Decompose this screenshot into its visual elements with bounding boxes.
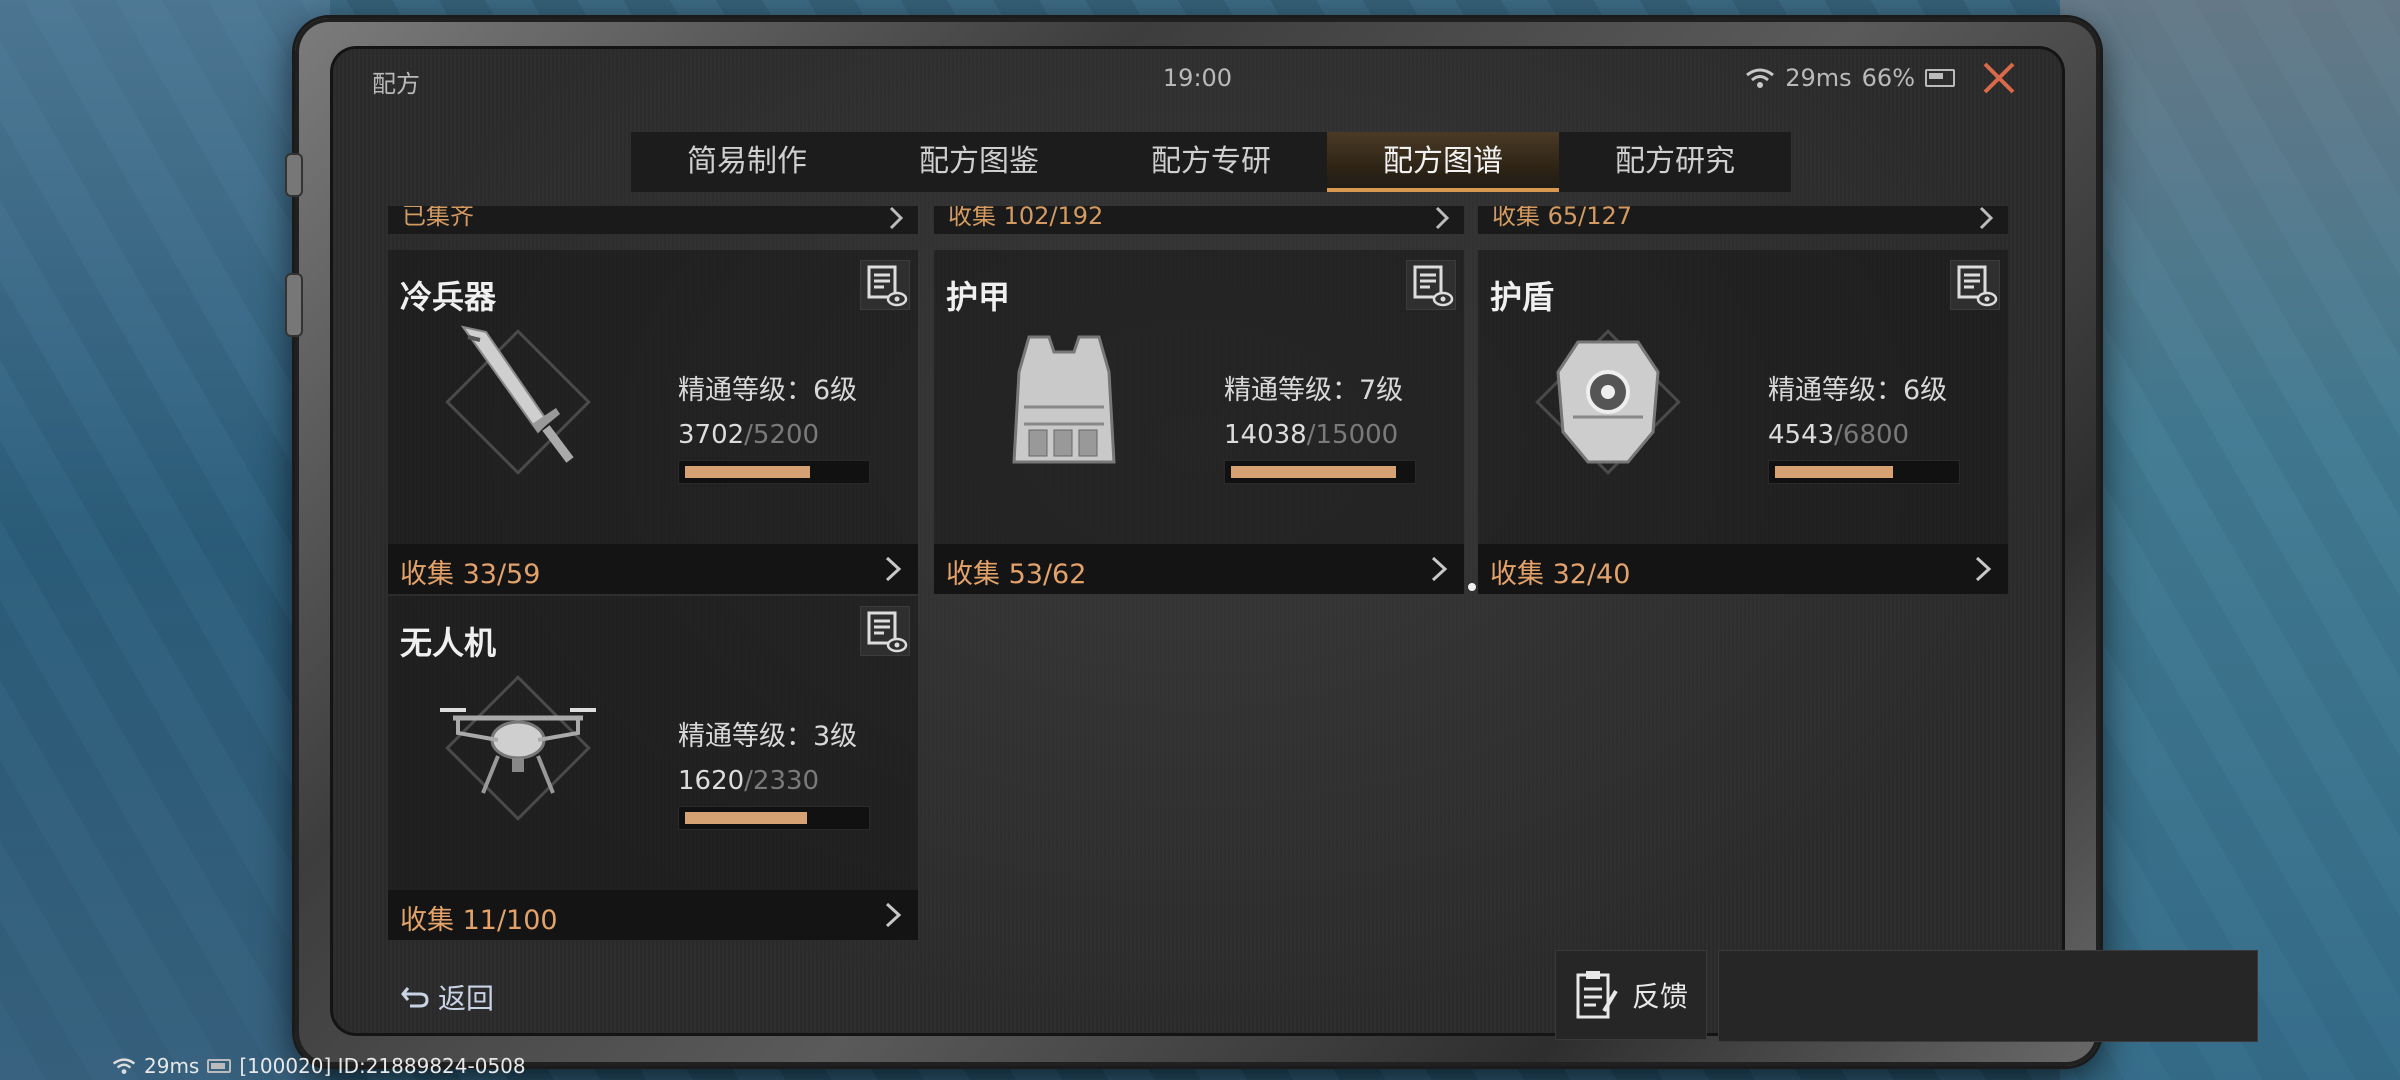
collect-label: 已集齐: [402, 206, 474, 230]
mastery-level: 精通等级：6级: [1768, 375, 1948, 406]
tablet-frame: 配方 19:00 29ms 66% 简易制作 配方图鉴 配方专研 配方图谱 配方…: [285, 18, 2100, 1066]
collect-label: 收集 11/100: [400, 905, 558, 936]
progress-current: 3702: [678, 420, 745, 450]
mastery-progress-bar: [1768, 460, 1960, 484]
ping-value: 29ms: [144, 1054, 200, 1078]
close-button[interactable]: [1979, 58, 2019, 98]
mastery-level: 精通等级：3级: [678, 721, 858, 752]
shield-icon: [1518, 312, 1698, 492]
progress-current: 4543: [1768, 420, 1835, 450]
mastery-progress-bar: [678, 460, 870, 484]
progress-fill: [685, 812, 808, 824]
list-item[interactable]: 已集齐: [388, 206, 918, 234]
collect-row[interactable]: 收集 32/40: [1478, 544, 2008, 594]
chevron-right-icon: [1979, 206, 1994, 230]
tablet-screen: 配方 19:00 29ms 66% 简易制作 配方图鉴 配方专研 配方图谱 配方…: [330, 46, 2065, 1036]
chevron-right-icon: [1975, 556, 1992, 582]
background-right: [2060, 0, 2400, 1080]
collect-row[interactable]: 收集 53/62: [934, 544, 1464, 594]
mastery-progress-bar: [1224, 460, 1416, 484]
chevron-right-icon: [1431, 556, 1448, 582]
wifi-icon: [112, 1058, 136, 1074]
mastery-progress: 3702/5200: [678, 420, 819, 450]
debug-info: 29ms [100020] ID:21889824-0508: [112, 1054, 526, 1078]
collect-label: 收集 53/62: [946, 559, 1087, 590]
view-recipe-icon[interactable]: [860, 606, 910, 656]
view-recipe-icon[interactable]: [860, 260, 910, 310]
chevron-right-icon: [885, 556, 902, 582]
feedback-input[interactable]: [1718, 950, 2258, 1042]
mastery-level: 精通等级：6级: [678, 375, 858, 406]
player-id: [100020] ID:21889824-0508: [239, 1054, 526, 1078]
progress-total: /2330: [744, 766, 820, 796]
progress-total: /6800: [1834, 420, 1910, 450]
collect-row[interactable]: 收集 11/100: [388, 890, 918, 940]
recipe-card-drone[interactable]: 无人机 精通等级：3级 1620/2330 收集 11/100: [388, 596, 918, 940]
mastery-progress: 1620/2330: [678, 766, 819, 796]
progress-total: /5200: [744, 420, 820, 450]
list-item[interactable]: 收集 102/192: [934, 206, 1464, 234]
mastery-progress: 4543/6800: [1768, 420, 1909, 450]
progress-fill: [1231, 466, 1396, 478]
drone-icon: [428, 658, 608, 838]
chevron-right-icon: [1435, 206, 1450, 230]
battery-icon: [207, 1059, 232, 1073]
wifi-icon: [1745, 67, 1775, 89]
tab-recipe-atlas[interactable]: 配方图谱: [1327, 132, 1559, 192]
progress-total: /15000: [1306, 420, 1399, 450]
close-icon: [1983, 62, 2015, 94]
tab-recipe-catalog[interactable]: 配方图鉴: [863, 132, 1095, 192]
mastery-level: 精通等级：7级: [1224, 375, 1404, 406]
list-item[interactable]: 收集 65/127: [1478, 206, 2008, 234]
feedback-label: 反馈: [1632, 980, 1689, 1013]
melee-weapon-icon: [428, 312, 608, 492]
background-left: [0, 0, 330, 1080]
back-label: 返回: [438, 982, 495, 1015]
battery-percent: 66%: [1861, 64, 1915, 92]
tab-recipe-specialize[interactable]: 配方专研: [1095, 132, 1327, 192]
collect-label: 收集 65/127: [1492, 206, 1633, 230]
recipe-card-shield[interactable]: 护盾 精通等级：6级 4543/6800 收集 32/40: [1478, 250, 2008, 594]
page-dot: [1468, 583, 1476, 591]
collect-label: 收集 32/40: [1490, 559, 1631, 590]
frame-strap: [285, 273, 303, 337]
collect-label: 收集 33/59: [400, 559, 541, 590]
recipe-card-armor[interactable]: 护甲 精通等级：7级 14038/15000 收集 53/62: [934, 250, 1464, 594]
feedback-button[interactable]: 反馈: [1555, 950, 1707, 1040]
tab-simple-craft[interactable]: 简易制作: [631, 132, 863, 192]
view-recipe-icon[interactable]: [1950, 260, 2000, 310]
back-button[interactable]: 返回: [400, 976, 494, 1018]
progress-current: 1620: [678, 766, 745, 796]
recipe-card-melee[interactable]: 冷兵器 精通等级：6级 3702/5200 收集 33/59: [388, 250, 918, 594]
view-recipe-icon[interactable]: [1406, 260, 1456, 310]
battery-icon: [1925, 69, 1955, 87]
mastery-progress-bar: [678, 806, 870, 830]
status-bar: 配方 19:00 29ms 66%: [330, 46, 2065, 108]
tab-bar: 简易制作 配方图鉴 配方专研 配方图谱 配方研究: [631, 132, 1791, 192]
recipe-atlas-list[interactable]: 已集齐 收集 102/192 收集 65/127 冷兵器 精通等级：6级 370…: [388, 206, 2010, 1006]
clipboard-pen-icon: [1576, 971, 1618, 1019]
progress-fill: [1775, 466, 1893, 478]
body-armor-icon: [974, 312, 1154, 492]
frame-knob: [285, 153, 303, 197]
ping-value: 29ms: [1785, 64, 1852, 92]
progress-current: 14038: [1224, 420, 1307, 450]
status-indicators: 29ms 66%: [1745, 64, 1955, 92]
progress-fill: [685, 466, 811, 478]
tab-recipe-research[interactable]: 配方研究: [1559, 132, 1791, 192]
collect-row[interactable]: 收集 33/59: [388, 544, 918, 594]
mastery-progress: 14038/15000: [1224, 420, 1398, 450]
chevron-right-icon: [885, 902, 902, 928]
return-arrow-icon: [401, 987, 429, 1008]
chevron-right-icon: [889, 206, 904, 230]
collect-label: 收集 102/192: [948, 206, 1104, 230]
